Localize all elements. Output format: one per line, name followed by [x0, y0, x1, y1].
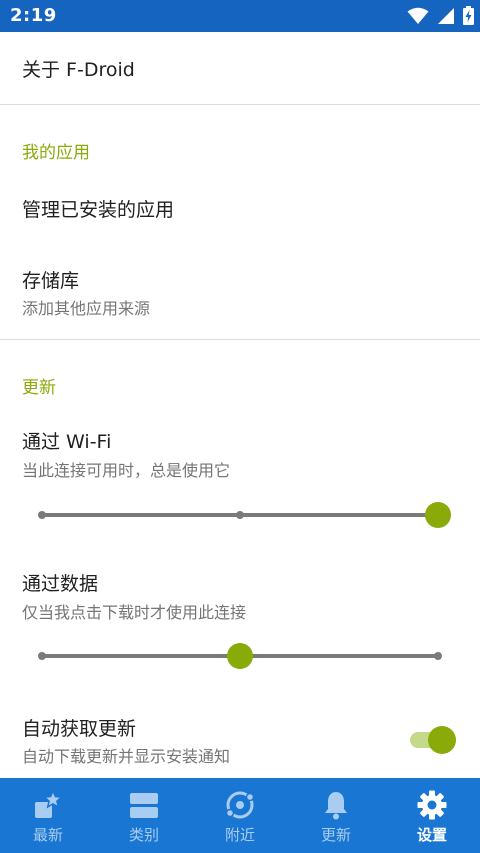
- about-fdroid-item[interactable]: 关于 F-Droid: [22, 55, 135, 82]
- manage-installed-apps-item[interactable]: 管理已安装的应用: [22, 195, 174, 222]
- over-data-subtitle: 仅当我点击下载时才使用此连接: [22, 603, 247, 622]
- nav-item-nearby[interactable]: 附近: [192, 778, 288, 853]
- settings-list[interactable]: 关于 F-Droid 我的应用 管理已安装的应用 存储库 添加其他应用来源 更新…: [0, 32, 480, 778]
- nav-label: 设置: [416, 826, 447, 844]
- cell-signal-icon: [438, 7, 454, 24]
- latest-icon: [35, 789, 64, 818]
- section-header-my-apps: 我的应用: [22, 143, 90, 163]
- nav-item-settings[interactable]: 设置: [384, 778, 480, 853]
- slider-tick: [38, 652, 46, 660]
- repositories-subtitle: 添加其他应用来源: [22, 299, 151, 318]
- gear-icon: [417, 790, 447, 820]
- nav-label: 更新: [320, 826, 351, 844]
- slider-tick: [236, 511, 244, 519]
- slider-tick: [434, 652, 442, 660]
- toggle-thumb[interactable]: [428, 726, 456, 754]
- slider-tick: [38, 511, 46, 519]
- nav-label: 类别: [128, 826, 159, 844]
- nearby-icon: [225, 791, 255, 819]
- slider-thumb[interactable]: [425, 502, 451, 528]
- bell-icon: [325, 792, 347, 820]
- over-wifi-subtitle: 当此连接可用时，总是使用它: [22, 461, 231, 480]
- status-icons: [407, 6, 474, 25]
- status-bar: 2:19: [0, 0, 480, 32]
- section-header-updates: 更新: [22, 378, 56, 398]
- wifi-icon: [407, 7, 429, 24]
- bottom-navigation: 最新 类别 附近 更新 设置: [0, 778, 480, 853]
- divider: [0, 339, 480, 340]
- over-wifi-title: 通过 Wi-Fi: [22, 431, 112, 453]
- repositories-item[interactable]: 存储库: [22, 266, 79, 293]
- categories-icon: [130, 793, 158, 818]
- nav-item-categories[interactable]: 类别: [96, 778, 192, 853]
- auto-fetch-updates-subtitle: 自动下载更新并显示安装通知: [22, 747, 231, 766]
- status-time: 2:19: [10, 5, 57, 26]
- nav-label: 附近: [224, 826, 255, 844]
- over-wifi-slider[interactable]: [38, 501, 451, 529]
- slider-thumb[interactable]: [227, 643, 253, 669]
- auto-fetch-updates-title: 自动获取更新: [22, 718, 137, 740]
- battery-charging-icon: [463, 6, 474, 25]
- nav-label: 最新: [32, 826, 63, 844]
- over-data-title: 通过数据: [22, 573, 99, 595]
- nav-item-latest[interactable]: 最新: [0, 778, 96, 853]
- divider: [0, 104, 480, 105]
- nav-item-updates[interactable]: 更新: [288, 778, 384, 853]
- auto-fetch-updates-toggle[interactable]: [410, 726, 456, 754]
- over-data-slider[interactable]: [38, 642, 442, 670]
